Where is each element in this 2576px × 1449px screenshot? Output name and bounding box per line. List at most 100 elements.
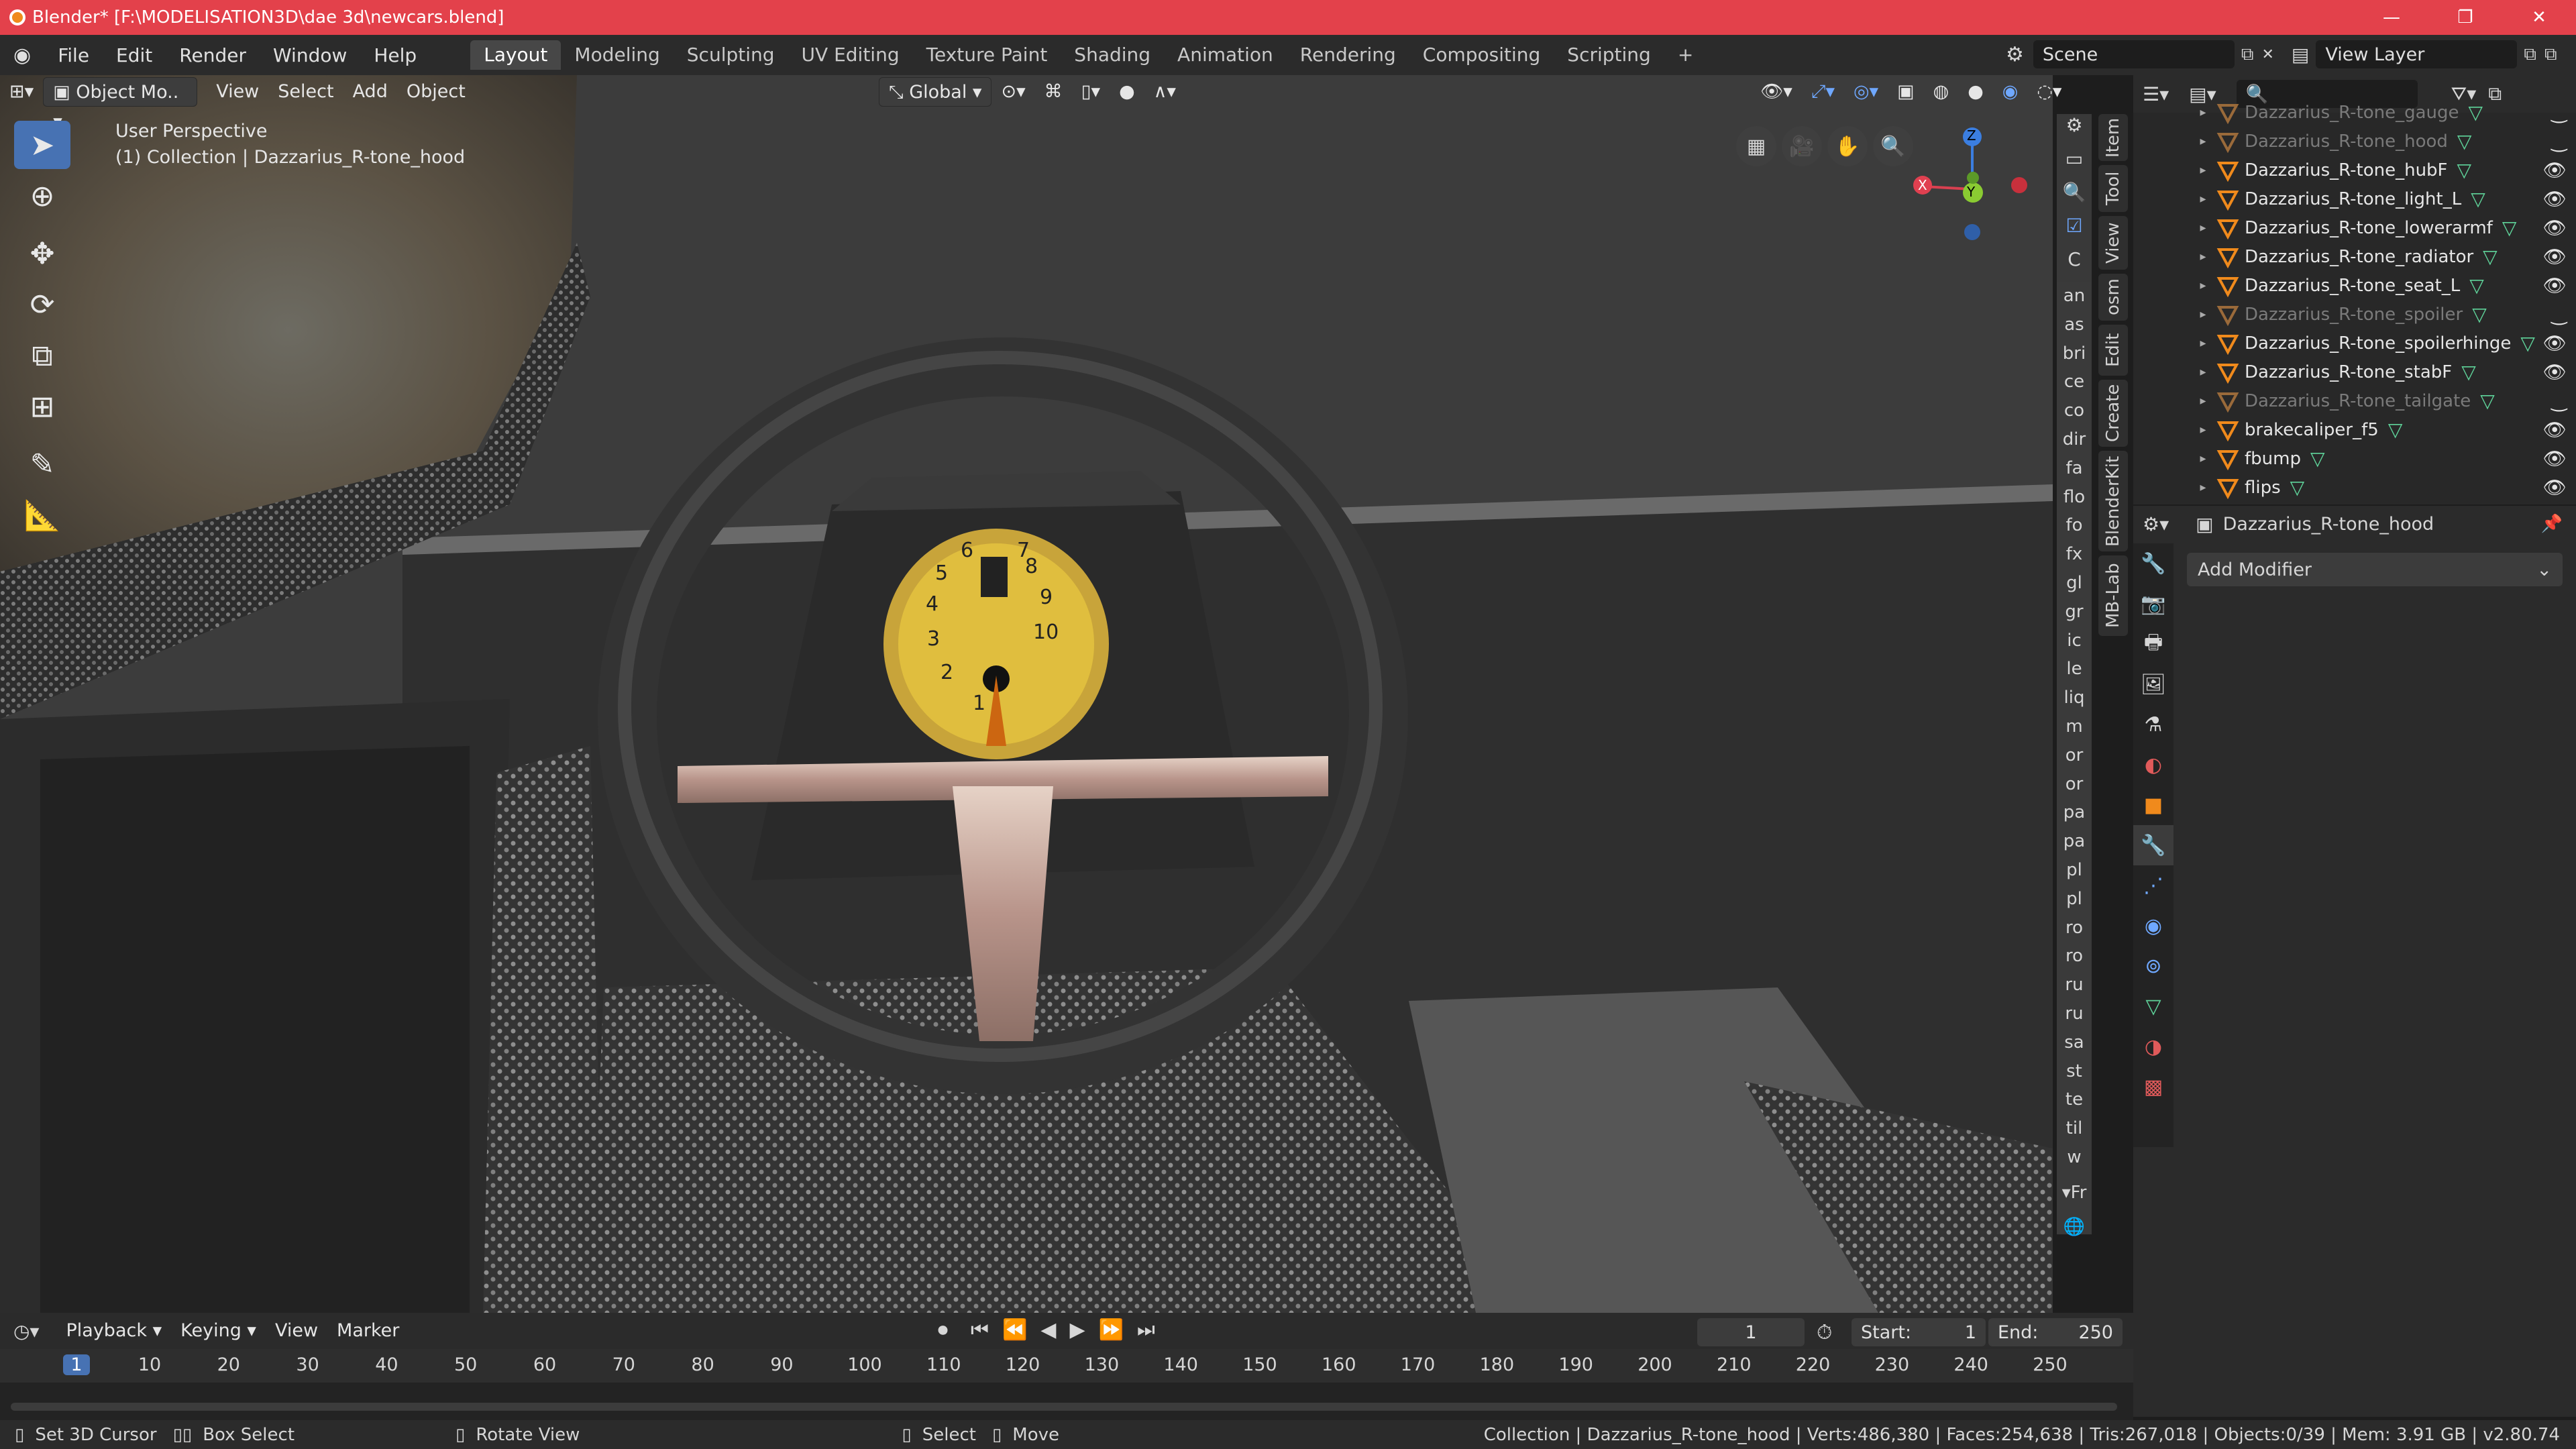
mesh-data-icon[interactable]: ▽ <box>2461 361 2476 383</box>
properties-editor-icon[interactable]: ⚙▾ <box>2143 513 2169 535</box>
addon-item[interactable]: sa <box>2057 1028 2092 1057</box>
addon-item[interactable]: co <box>2057 396 2092 425</box>
eye-icon[interactable]: 👁 <box>2542 361 2567 383</box>
addon-item[interactable]: ro <box>2057 914 2092 943</box>
menu-keying[interactable]: Keying ▾ <box>171 1316 266 1346</box>
annotate-tool-icon[interactable]: ✎ <box>14 440 70 488</box>
menu-view[interactable]: View <box>207 77 268 107</box>
scene-selector[interactable]: Scene <box>2033 40 2235 68</box>
material-shading-icon[interactable]: ◉ <box>1993 77 2028 107</box>
outliner-row[interactable]: ▸ Dazzarius_R-tone_gauge ▽ ‿ <box>2133 98 2576 127</box>
select-box-tool-icon[interactable]: ➤ <box>14 121 70 169</box>
zoom-view-icon[interactable]: 🔍 <box>1873 126 1913 166</box>
timeline-scrollbar[interactable] <box>11 1403 2117 1411</box>
material-props-icon[interactable]: ◑ <box>2133 1026 2174 1067</box>
eye-closed-icon[interactable]: ‿ <box>2551 303 2567 325</box>
constraints-props-icon[interactable]: ⊚ <box>2133 946 2174 986</box>
jump-start-icon[interactable]: ⏮ <box>971 1318 989 1342</box>
new-view-layer-icon[interactable]: ⧉ <box>2524 44 2536 65</box>
tab-texture-paint[interactable]: Texture Paint <box>913 40 1061 70</box>
stopwatch-icon[interactable]: ⏱ <box>1817 1321 1832 1344</box>
expand-arrow-icon[interactable]: ▸ <box>2195 480 2211 494</box>
scene-props-icon[interactable]: ⚗ <box>2133 704 2174 745</box>
tab-rendering[interactable]: Rendering <box>1287 40 1409 70</box>
tab-item[interactable]: Item <box>2098 114 2128 161</box>
outliner-row[interactable]: ▸ Dazzarius_R-tone_spoiler ▽ ‿ <box>2133 300 2576 329</box>
checkbox-icon[interactable]: ☑ <box>2057 215 2092 248</box>
outliner-row[interactable]: ▸ Dazzarius_R-tone_light_L ▽ 👁 <box>2133 184 2576 213</box>
mesh-data-icon[interactable]: ▽ <box>2457 130 2472 152</box>
tab-scripting[interactable]: Scripting <box>1554 40 1664 70</box>
snap-icon[interactable]: ⌘ <box>1035 77 1072 107</box>
addon-item[interactable]: ru <box>2057 1000 2092 1028</box>
scale-tool-icon[interactable]: ⧉ <box>14 331 70 380</box>
particles-props-icon[interactable]: ⋰ <box>2133 865 2174 906</box>
eye-icon[interactable]: 👁 <box>2542 159 2567 181</box>
pivot-icon[interactable]: ⊙▾ <box>991 77 1034 107</box>
outliner-row[interactable]: ▸ Dazzarius_R-tone_hood ▽ ‿ <box>2133 127 2576 156</box>
start-frame-field[interactable]: Start: 1 <box>1851 1318 1986 1346</box>
minimize-button[interactable]: — <box>2355 0 2428 35</box>
outliner-row[interactable]: ▸ Dazzarius_R-tone_lowerarmf ▽ 👁 <box>2133 213 2576 242</box>
eye-icon[interactable]: 👁 <box>2542 274 2567 297</box>
tab-uv-editing[interactable]: UV Editing <box>788 40 913 70</box>
addon-item[interactable]: pl <box>2057 885 2092 914</box>
addon-item[interactable]: st <box>2057 1057 2092 1086</box>
tab-create[interactable]: Create <box>2098 380 2128 447</box>
ortho-toggle-icon[interactable]: ▦ <box>1736 126 1776 166</box>
mesh-data-icon[interactable]: ▽ <box>2471 188 2485 210</box>
addon-item[interactable]: dir <box>2057 425 2092 454</box>
modifier-props-icon[interactable]: 🔧 <box>2133 825 2174 865</box>
expand-arrow-icon[interactable]: ▸ <box>2195 307 2211 321</box>
orientation-dropdown[interactable]: ⤡ Global ▾ <box>879 77 992 107</box>
addon-item[interactable]: or <box>2057 741 2092 770</box>
eye-icon[interactable]: 👁 <box>2542 476 2567 498</box>
addon-item[interactable]: pa <box>2057 827 2092 856</box>
menu-render[interactable]: Render <box>166 44 260 66</box>
menu-playback[interactable]: Playback ▾ <box>57 1316 172 1346</box>
eye-icon[interactable]: 👁 <box>2542 332 2567 354</box>
outliner-row[interactable]: ▸ Dazzarius_R-tone_stabF ▽ 👁 <box>2133 358 2576 386</box>
eye-icon[interactable]: 👁 <box>2542 217 2567 239</box>
menu-help[interactable]: Help <box>360 44 430 66</box>
mesh-data-icon[interactable]: ▽ <box>2483 246 2498 268</box>
mesh-data-icon[interactable]: ▽ <box>2469 274 2484 297</box>
delete-scene-icon[interactable]: ✕ <box>2261 46 2273 63</box>
outliner-row[interactable]: ▸ Dazzarius_R-tone_hubF ▽ 👁 <box>2133 156 2576 184</box>
maximize-button[interactable]: ❐ <box>2428 0 2502 35</box>
move-tool-icon[interactable]: ✥ <box>14 229 70 278</box>
gizmo-toggle-icon[interactable]: ⤢▾ <box>1802 77 1844 107</box>
eye-icon[interactable]: 👁 <box>2542 419 2567 441</box>
transform-tool-icon[interactable]: ⊞ <box>14 382 70 431</box>
scene-icon[interactable]: ⚙ <box>2006 43 2024 66</box>
addon-item[interactable]: ro <box>2057 942 2092 971</box>
mesh-data-icon[interactable]: ▽ <box>2520 332 2535 354</box>
mesh-data-icon[interactable]: ▽ <box>2480 390 2495 412</box>
add-workspace-button[interactable]: + <box>1664 40 1707 70</box>
menu-timeline-view[interactable]: View <box>266 1316 327 1346</box>
mesh-data-icon[interactable]: ▽ <box>2310 447 2325 470</box>
tab-animation[interactable]: Animation <box>1164 40 1287 70</box>
tab-mblab[interactable]: MB-Lab <box>2098 555 2128 636</box>
proportional-edit-icon[interactable]: ● <box>1110 77 1144 107</box>
addon-item[interactable]: til <box>2057 1114 2092 1143</box>
falloff-icon[interactable]: ∧▾ <box>1144 77 1185 107</box>
addon-item[interactable]: liq <box>2057 684 2092 712</box>
addon-item[interactable]: ic <box>2057 627 2092 655</box>
rendered-shading-icon[interactable]: ◌▾ <box>2027 77 2071 107</box>
outliner-row[interactable]: ▸ brakecaliper_f5 ▽ 👁 <box>2133 415 2576 444</box>
mesh-data-icon[interactable]: ▽ <box>2388 419 2403 441</box>
texture-props-icon[interactable]: ▩ <box>2133 1067 2174 1107</box>
tab-view[interactable]: View <box>2098 216 2128 270</box>
expand-arrow-icon[interactable]: ▸ <box>2195 451 2211 466</box>
prev-keyframe-icon[interactable]: ⏪ <box>1002 1318 1027 1342</box>
view-layer-icon[interactable]: ▤ <box>2292 44 2309 66</box>
current-frame-field[interactable]: 1 <box>1697 1318 1805 1346</box>
blender-menu-icon[interactable]: ◉ <box>0 44 44 67</box>
tab-shading[interactable]: Shading <box>1061 40 1164 70</box>
outliner-row[interactable]: ▸ Dazzarius_R-tone_tailgate ▽ ‿ <box>2133 386 2576 415</box>
wireframe-shading-icon[interactable]: ◍ <box>1924 77 1959 107</box>
close-button[interactable]: ✕ <box>2502 0 2576 35</box>
outliner-row[interactable]: ▸ fbump ▽ 👁 <box>2133 444 2576 473</box>
render-props-icon[interactable]: 📷 <box>2133 584 2174 624</box>
